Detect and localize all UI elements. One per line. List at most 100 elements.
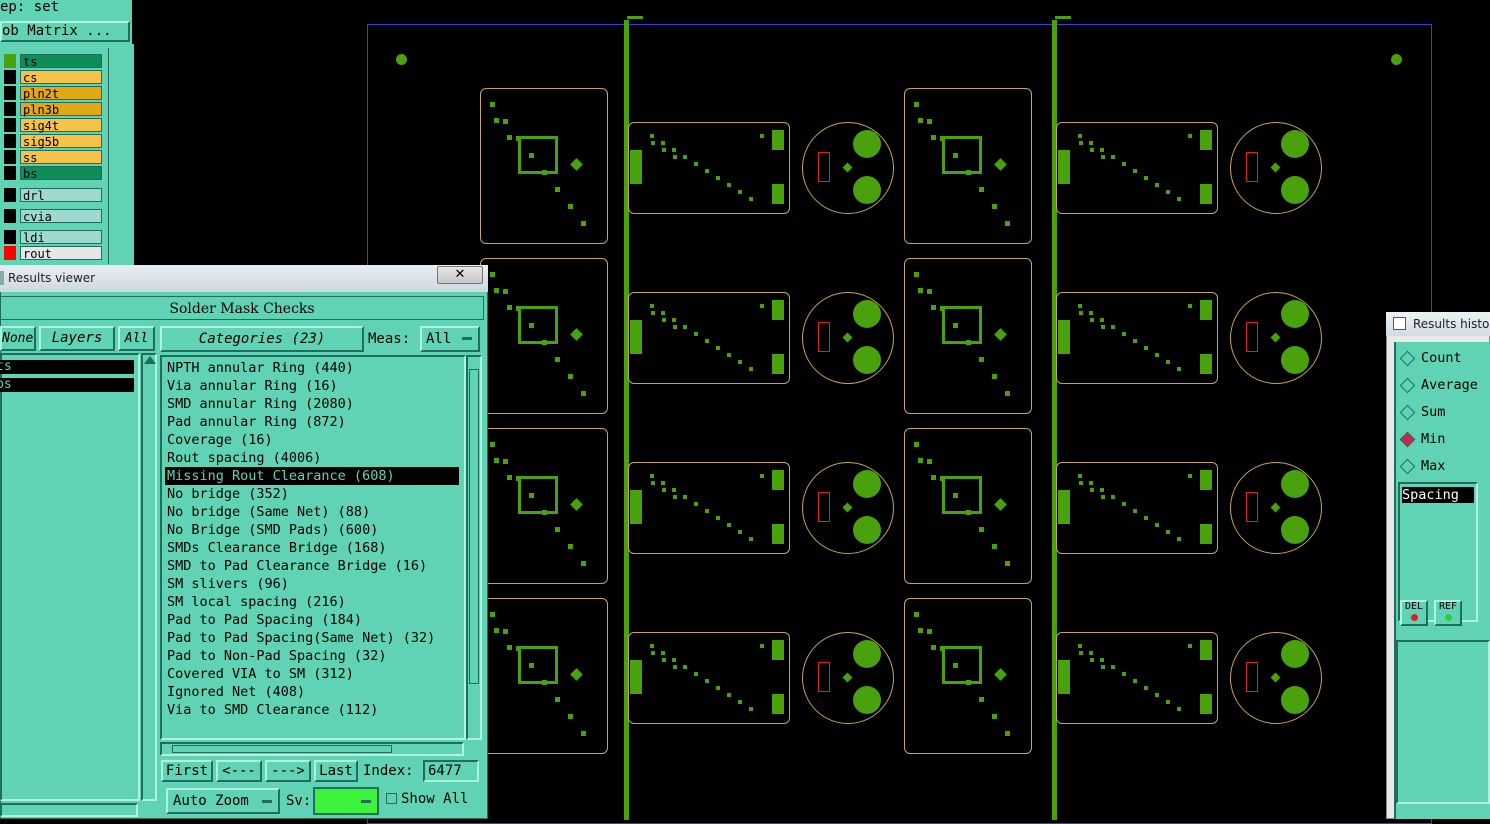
radio-diamond-icon[interactable]: [1399, 377, 1416, 393]
layer-row[interactable]: ts: [0, 54, 130, 69]
layer-row[interactable]: bs: [0, 166, 130, 181]
layer-row[interactable]: cvia: [0, 209, 130, 224]
layer-name[interactable]: ldi: [20, 230, 102, 245]
category-item[interactable]: Pad to Pad Spacing(Same Net) (32): [165, 629, 435, 647]
radio-diamond-icon[interactable]: [1399, 404, 1416, 420]
histogram-option-sum[interactable]: Sum: [1399, 402, 1445, 422]
layer-row[interactable]: ss: [0, 150, 130, 165]
first-button[interactable]: First: [161, 760, 213, 782]
category-item[interactable]: SM slivers (96): [165, 575, 289, 593]
pcb-pad: [772, 130, 784, 150]
none-button[interactable]: None: [0, 326, 36, 351]
layer-name[interactable]: cvia: [20, 209, 102, 224]
result-layers-list[interactable]: ts bs: [0, 353, 140, 801]
layer-name[interactable]: sig5b: [20, 134, 102, 149]
categories-button[interactable]: Categories (23): [160, 326, 364, 352]
layer-name[interactable]: sig4t: [20, 118, 102, 133]
layer-color-swatch[interactable]: [4, 246, 16, 260]
category-item[interactable]: Pad annular Ring (872): [165, 413, 346, 431]
layers-button[interactable]: Layers: [39, 326, 115, 351]
categories-list[interactable]: NPTH annular Ring (440) Via annular Ring …: [160, 355, 466, 740]
show-all-checkbox[interactable]: [386, 793, 397, 804]
layer-name[interactable]: pln3b: [20, 102, 102, 117]
layer-row[interactable]: drl: [0, 188, 130, 203]
layer-row[interactable]: rout: [0, 246, 130, 261]
pcb-pad: [942, 476, 982, 514]
layer-name[interactable]: drl: [20, 188, 102, 203]
categories-hscrollbar[interactable]: [160, 742, 464, 756]
category-item[interactable]: SMD to Pad Clearance Bridge (16): [165, 557, 427, 575]
layer-color-swatch[interactable]: [4, 70, 16, 84]
category-item[interactable]: No bridge (Same Net) (88): [165, 503, 370, 521]
auto-zoom-dropdown[interactable]: Auto Zoom: [166, 788, 280, 814]
layer-color-swatch[interactable]: [4, 150, 16, 164]
pcb-rout-outline: [1246, 152, 1258, 182]
measure-item[interactable]: Spacing: [1402, 487, 1474, 503]
close-button[interactable]: ✕: [437, 266, 483, 284]
category-item[interactable]: Rout spacing (4006): [165, 449, 321, 467]
layer-row[interactable]: cs: [0, 70, 130, 85]
next-button[interactable]: --->: [265, 760, 311, 782]
hscroll-thumb[interactable]: [172, 745, 392, 753]
layer-color-swatch[interactable]: [4, 54, 16, 68]
histogram-option-max[interactable]: Max: [1399, 456, 1445, 476]
category-item[interactable]: SMD annular Ring (2080): [165, 395, 354, 413]
layer-name[interactable]: pln2t: [20, 86, 102, 101]
result-layer-item[interactable]: ts: [0, 360, 134, 374]
category-item[interactable]: Missing Rout Clearance (608): [165, 467, 459, 485]
layer-color-swatch[interactable]: [4, 86, 16, 100]
layer-row[interactable]: sig4t: [0, 118, 130, 133]
histogram-option-count[interactable]: Count: [1399, 348, 1462, 368]
category-item[interactable]: No bridge (352): [165, 485, 289, 503]
layer-row[interactable]: pln3b: [0, 102, 130, 117]
sv-color-dropdown[interactable]: [313, 787, 379, 815]
category-item[interactable]: Coverage (16): [165, 431, 273, 449]
del-button[interactable]: DEL: [1400, 600, 1428, 626]
category-item[interactable]: Covered VIA to SM (312): [165, 665, 354, 683]
category-item[interactable]: SM local spacing (216): [165, 593, 346, 611]
layer-color-swatch[interactable]: [4, 230, 16, 244]
job-matrix-button[interactable]: ob Matrix ...: [0, 21, 130, 42]
category-item[interactable]: No Bridge (SMD Pads) (600): [165, 521, 378, 539]
radio-diamond-icon[interactable]: [1399, 350, 1416, 366]
last-button[interactable]: Last: [314, 760, 358, 782]
layer-name[interactable]: cs: [20, 70, 102, 85]
category-item[interactable]: Via annular Ring (16): [165, 377, 338, 395]
result-layer-item[interactable]: bs: [0, 378, 134, 392]
layer-row[interactable]: ldi: [0, 230, 130, 245]
all-layers-button[interactable]: All: [118, 326, 155, 351]
pcb-pad: [1188, 134, 1192, 138]
scroll-thumb[interactable]: [469, 369, 479, 684]
prev-button[interactable]: <---: [216, 760, 262, 782]
layer-name[interactable]: ts: [20, 54, 102, 69]
index-field[interactable]: 6477: [423, 760, 479, 782]
layer-color-swatch[interactable]: [4, 118, 16, 132]
scroll-up-arrow-icon[interactable]: [144, 356, 156, 364]
layer-row[interactable]: pln2t: [0, 86, 130, 101]
pcb-pad: [772, 640, 784, 660]
radio-diamond-icon[interactable]: [1399, 458, 1416, 474]
category-item[interactable]: SMDs Clearance Bridge (168): [165, 539, 386, 557]
category-item[interactable]: Pad to Pad Spacing (184): [165, 611, 362, 629]
layer-color-swatch[interactable]: [4, 134, 16, 148]
category-item[interactable]: Via to SMD Clearance (112): [165, 701, 378, 719]
layer-color-swatch[interactable]: [4, 102, 16, 116]
layers-vscrollbar[interactable]: [141, 353, 157, 801]
layer-color-swatch[interactable]: [4, 166, 16, 180]
layer-row[interactable]: sig5b: [0, 134, 130, 149]
layer-name[interactable]: bs: [20, 166, 102, 181]
layer-color-swatch[interactable]: [4, 209, 16, 223]
ref-button[interactable]: REF: [1434, 600, 1462, 626]
category-item[interactable]: NPTH annular Ring (440): [165, 359, 354, 377]
categories-vscrollbar[interactable]: [466, 355, 482, 740]
category-item[interactable]: Ignored Net (408): [165, 683, 305, 701]
radio-diamond-icon[interactable]: [1399, 431, 1416, 447]
layers-hscrollbar[interactable]: [0, 803, 138, 817]
layer-color-swatch[interactable]: [4, 188, 16, 202]
layer-name[interactable]: rout: [20, 246, 102, 261]
category-item[interactable]: Pad to Non-Pad Spacing (32): [165, 647, 386, 665]
histogram-option-average[interactable]: Average: [1399, 375, 1478, 395]
layer-name[interactable]: ss: [20, 150, 102, 165]
histogram-option-min[interactable]: Min: [1399, 429, 1445, 449]
meas-dropdown[interactable]: All: [420, 326, 480, 352]
